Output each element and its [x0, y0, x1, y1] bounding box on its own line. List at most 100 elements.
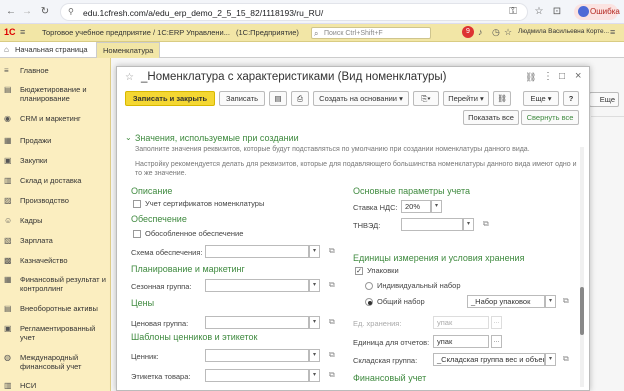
open-link-icon[interactable]: ⧉: [329, 280, 335, 290]
price-group-label: Ценовая группа:: [131, 319, 189, 328]
print-icon[interactable]: ⎘▾: [413, 91, 439, 106]
extensions-icon[interactable]: ⊡: [550, 5, 564, 19]
open-link-icon[interactable]: ⧉: [483, 219, 489, 229]
product-label-input[interactable]: [205, 369, 309, 382]
price-tag-label: Ценник:: [131, 352, 159, 361]
price-tag-dropdown[interactable]: ▾: [309, 349, 320, 362]
salary-icon: ▧: [4, 236, 12, 245]
avatar: [578, 6, 589, 17]
open-link-icon[interactable]: ⧉: [329, 370, 335, 380]
close-icon[interactable]: ×: [575, 70, 581, 82]
collapse-all-button[interactable]: Свернуть все: [521, 110, 579, 125]
price-tag-input[interactable]: [205, 349, 309, 362]
product-label-dropdown[interactable]: ▾: [309, 369, 320, 382]
help-button[interactable]: ?: [563, 91, 579, 106]
forward-icon[interactable]: →: [20, 5, 34, 19]
price-group-input[interactable]: [205, 316, 309, 329]
report-icon[interactable]: ▤: [269, 91, 287, 106]
home-icon: ⌂: [4, 45, 9, 54]
save-button[interactable]: Записать: [219, 91, 265, 106]
error-button[interactable]: Ошибка: [574, 4, 620, 20]
price-group-dropdown[interactable]: ▾: [309, 316, 320, 329]
search-input[interactable]: ⌕ Поиск Ctrl+Shift+F: [311, 27, 431, 39]
history-icon[interactable]: ◷: [492, 27, 500, 38]
nsi-icon: ▥: [4, 381, 12, 390]
warehouse-group-input[interactable]: _Складская группа вес и объек: [433, 353, 545, 366]
cert-checkbox[interactable]: [133, 200, 141, 208]
open-link-icon[interactable]: ⧉: [563, 354, 569, 364]
sidebar-item-label: Международный финансовый учет: [20, 353, 82, 371]
create-based-on-button[interactable]: Создать на основании ▾: [313, 91, 409, 106]
vat-dropdown[interactable]: ▾: [431, 200, 442, 213]
chevron-down-icon[interactable]: ⌄: [125, 133, 132, 142]
tab-nomenclature[interactable]: Номенклатура: [96, 42, 160, 58]
finance-icon: ▦: [4, 275, 12, 284]
global-icon: ◍: [4, 353, 11, 362]
show-all-button[interactable]: Показать все: [463, 110, 519, 125]
more-vertical-icon[interactable]: ⋮: [543, 71, 553, 82]
separate-supply-checkbox[interactable]: [133, 230, 141, 238]
window-title: _Номенклатура с характеристиками (Вид но…: [141, 71, 447, 83]
section-title[interactable]: Значения, используемые при создании: [135, 133, 299, 143]
individual-set-label: Индивидуальный набор: [377, 281, 461, 290]
open-link-icon[interactable]: ⧉: [329, 246, 335, 256]
save-and-close-button[interactable]: Записать и закрыть: [125, 91, 215, 106]
storage-unit-select[interactable]: …: [491, 316, 502, 329]
key-icon[interactable]: ⚿: [506, 5, 520, 19]
open-link-icon[interactable]: ⧉: [329, 350, 335, 360]
supply-scheme-input[interactable]: [205, 245, 309, 258]
warehouse-group-dropdown[interactable]: ▾: [545, 353, 556, 366]
maximize-icon[interactable]: □: [559, 71, 565, 82]
season-group-dropdown[interactable]: ▾: [309, 279, 320, 292]
vat-input[interactable]: 20%: [401, 200, 431, 213]
more-button[interactable]: Еще ▾: [523, 91, 559, 106]
notification-badge[interactable]: 9: [462, 26, 474, 38]
link-icon[interactable]: ⛓: [493, 91, 511, 106]
tnved-dropdown[interactable]: ▾: [463, 218, 474, 231]
cert-label: Учет сертификатов номенклатуры: [145, 199, 265, 208]
sidebar-item-label: Бюджетирование и планирование: [20, 85, 87, 103]
sidebar-item-label: НСИ: [20, 381, 37, 390]
individual-set-radio[interactable]: [365, 282, 373, 290]
star-icon[interactable]: ☆: [125, 72, 134, 83]
open-link-icon[interactable]: ⧉: [563, 296, 569, 306]
open-link-icon[interactable]: ⧉: [329, 317, 335, 327]
bell-icon[interactable]: ♪: [478, 27, 483, 37]
season-group-input[interactable]: [205, 279, 309, 292]
settings-icon[interactable]: ≡: [610, 27, 615, 37]
supply-scheme-dropdown[interactable]: ▾: [309, 245, 320, 258]
user-name[interactable]: Людмила Васильевна Корте...: [518, 28, 609, 35]
hamburger-icon[interactable]: ≡: [20, 27, 25, 37]
goto-button[interactable]: Перейти ▾: [443, 91, 489, 106]
attach-icon[interactable]: ⎙: [291, 91, 309, 106]
address-bar[interactable]: ⚲ edu.1cfresh.com/a/edu_erp_demo_2_5_15_…: [60, 3, 528, 21]
scrollbar-track[interactable]: [580, 147, 584, 387]
tab-nomenclature-label: Номенклатура: [103, 46, 154, 55]
packages-checkbox[interactable]: ✓: [355, 267, 363, 275]
bg-more-button[interactable]: Еще: [589, 92, 619, 107]
sidebar-item-label: Регламентированный учет: [20, 324, 96, 342]
package-set-dropdown[interactable]: ▾: [545, 295, 556, 308]
description-title: Описание: [131, 186, 173, 196]
tab-home[interactable]: ⌂ Начальная страница: [0, 42, 94, 58]
supply-title: Обеспечение: [131, 214, 187, 224]
package-set-input[interactable]: _Набор упаковок: [467, 295, 545, 308]
scrollbar-thumb[interactable]: [580, 287, 584, 335]
site-info-icon[interactable]: ⚲: [68, 7, 74, 16]
star-icon[interactable]: ☆: [532, 5, 546, 19]
tnved-input[interactable]: [401, 218, 463, 231]
bg-divider: [591, 116, 624, 117]
browser-bar: ← → ↻ ⚲ edu.1cfresh.com/a/edu_erp_demo_2…: [0, 0, 624, 24]
favorites-icon[interactable]: ☆: [504, 27, 512, 38]
link-icon[interactable]: ⛓: [525, 72, 536, 83]
reload-icon[interactable]: ↻: [38, 5, 52, 19]
report-unit-select[interactable]: …: [491, 335, 502, 348]
storage-unit-input[interactable]: упак: [433, 316, 489, 329]
sidebar-item-label: Зарплата: [20, 236, 53, 245]
report-unit-input[interactable]: упак: [433, 335, 489, 348]
prices-title: Цены: [131, 298, 155, 308]
common-set-radio[interactable]: [365, 298, 373, 306]
logo: 1С: [4, 27, 16, 37]
back-icon[interactable]: ←: [4, 5, 18, 19]
nomenclature-kind-window: ☆ _Номенклатура с характеристиками (Вид …: [116, 66, 590, 391]
